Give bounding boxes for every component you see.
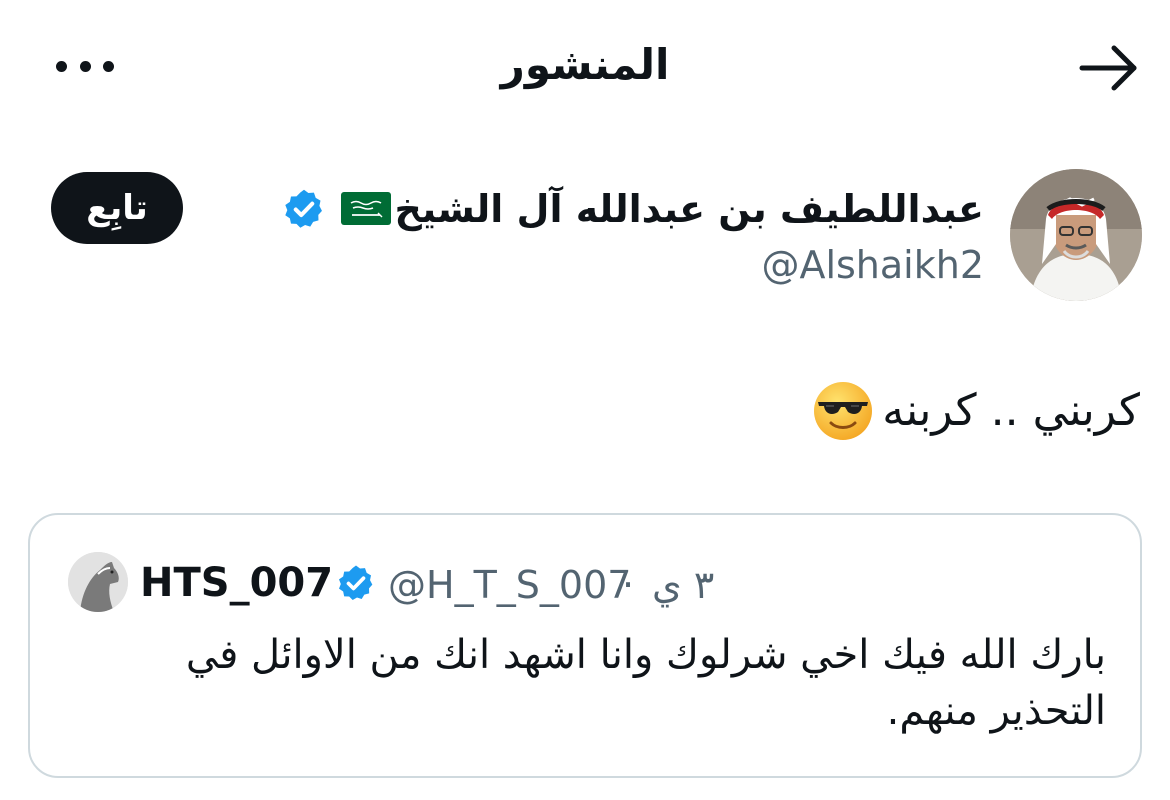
meta-separator: · [622,563,635,607]
author-handle[interactable]: @Alshaikh2 [761,237,984,293]
top-bar: المنشور [0,0,1170,135]
arrow-right-icon [1079,45,1137,91]
post-page: المنشور عبداللطيف بن عبدالله آل الشيخ @A… [0,0,1170,800]
more-dot [103,61,114,72]
post-text: كربني .. كربنه [882,385,1140,436]
verified-badge-icon[interactable] [282,187,326,231]
quoted-author-avatar[interactable] [68,552,128,612]
saudi-flag-emoji [340,191,392,226]
quoted-author-handle[interactable]: @H_T_S_007 [388,557,631,613]
follow-button[interactable]: تابِع [51,172,183,244]
quoted-author-name[interactable]: HTS_007 [140,555,333,611]
quoted-post-card[interactable]: HTS_007 @H_T_S_007 · ٣ ي بارك الله فيك ا… [28,513,1142,778]
horse-avatar-image [68,552,128,612]
smiling-face-with-sunglasses-emoji [812,380,874,442]
more-horizontal-icon [56,61,67,72]
avatar-image [1010,169,1142,301]
quoted-verified-badge-icon [336,563,376,603]
back-button[interactable] [1072,38,1144,98]
author-avatar[interactable] [1010,169,1142,301]
more-dot [80,61,91,72]
quoted-post-text: بارك الله فيك اخي شرلوك وانا اشهد انك من… [185,632,1106,734]
quoted-post-time[interactable]: ٣ ي [652,557,714,613]
more-options-button[interactable] [52,50,118,86]
page-title: المنشور [500,40,670,89]
author-name[interactable]: عبداللطيف بن عبدالله آل الشيخ [394,178,984,240]
